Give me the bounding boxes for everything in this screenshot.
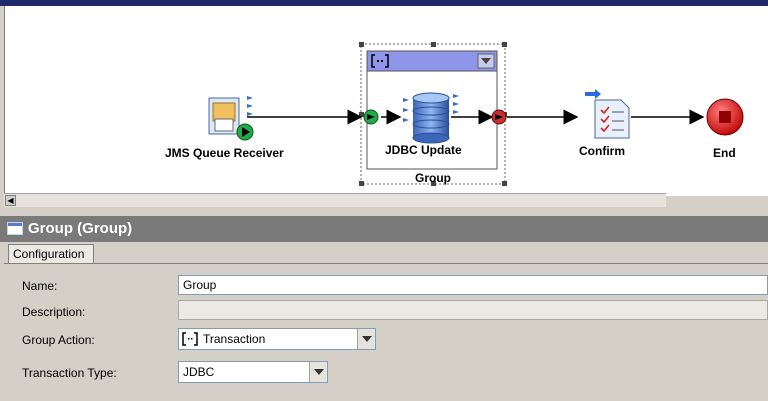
name-input[interactable]: Group (178, 275, 768, 295)
description-input[interactable] (178, 300, 768, 320)
group-bracket-icon (182, 332, 198, 346)
group-action-value: Transaction (203, 332, 266, 346)
chevron-down-icon[interactable] (357, 329, 375, 349)
canvas-corner (666, 196, 768, 208)
transaction-type-value: JDBC (183, 365, 215, 379)
confirm-checklist-icon[interactable] (585, 89, 630, 139)
tab-configuration[interactable]: Configuration (8, 244, 94, 264)
node-label-jdbc: JDBC Update (385, 143, 462, 157)
panel-window-icon (7, 222, 23, 235)
scroll-left-arrow-icon[interactable]: ◀ (5, 195, 16, 206)
group-action-select[interactable]: Transaction (178, 328, 376, 350)
end-stop-icon[interactable] (706, 98, 744, 136)
panel-header: Group (Group) (0, 216, 768, 242)
description-label: Description: (22, 305, 86, 319)
transaction-type-select[interactable]: JDBC (178, 361, 328, 383)
node-label-end: End (713, 146, 736, 160)
transaction-type-label: Transaction Type: (22, 366, 117, 380)
chevron-down-icon[interactable] (309, 362, 327, 382)
group-action-label: Group Action: (22, 333, 95, 347)
group-collapse-button[interactable] (477, 53, 495, 69)
node-label-jms: JMS Queue Receiver (165, 146, 284, 160)
node-label-confirm: Confirm (579, 144, 625, 158)
name-label: Name: (22, 279, 58, 293)
group-label: Group (415, 171, 451, 185)
canvas-horizontal-scrollbar[interactable]: ◀ (4, 193, 666, 207)
process-diagram (208, 42, 744, 186)
jms-queue-receiver-icon[interactable] (208, 96, 254, 141)
process-canvas[interactable]: JMS Queue Receiver JDBC Update Group Con… (4, 6, 768, 207)
panel-title: Group (Group) (28, 220, 133, 237)
